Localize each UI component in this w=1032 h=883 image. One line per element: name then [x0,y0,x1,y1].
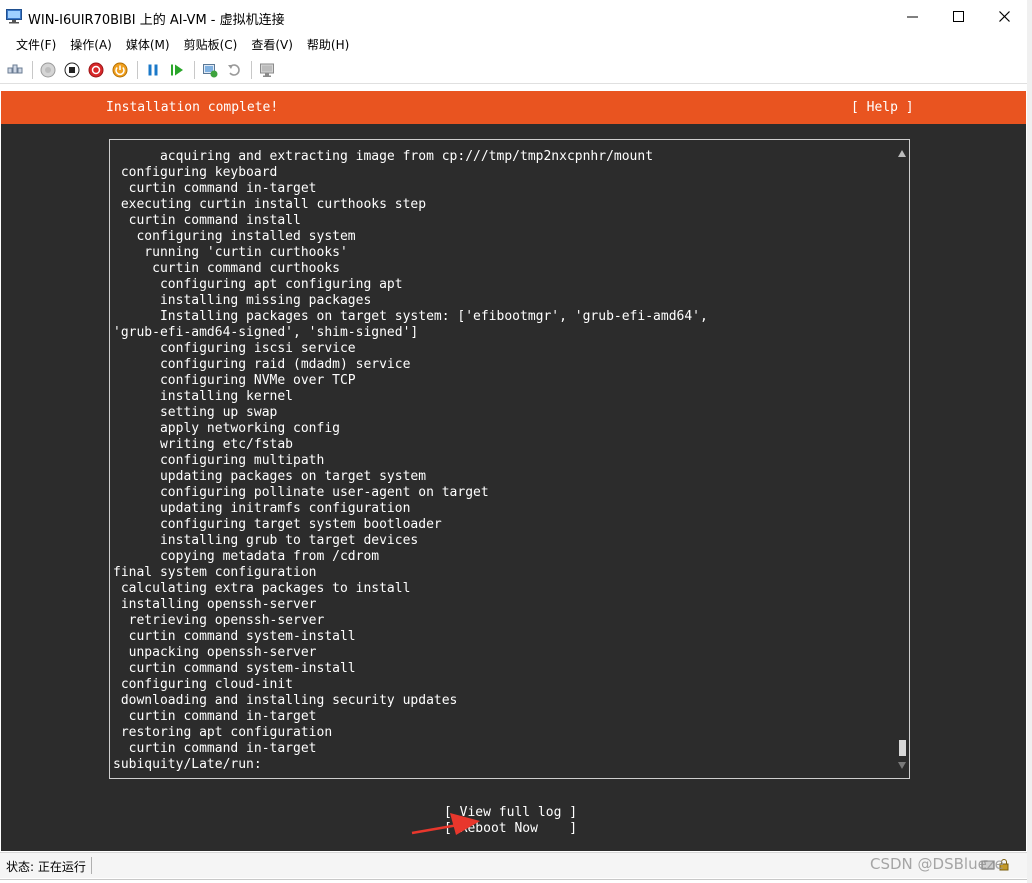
log-line: configuring apt configuring apt [113,277,403,292]
help-button[interactable]: [ Help ] [851,100,914,115]
log-line: restoring apt configuration [113,725,333,740]
log-line: installing kernel [113,389,294,404]
csdn-watermark: CSDN @DSBlueze [870,855,1004,873]
start-icon [40,62,56,78]
log-line: curtin command in-target [113,709,317,724]
install-log-text: acquiring and extracting image from cp:/… [113,149,708,773]
menu-view[interactable]: 查看(V) [244,35,300,55]
pause-button[interactable] [142,59,164,81]
log-line: Installing packages on target system: ['… [113,309,708,324]
log-scrollbar-thumb[interactable] [899,740,906,756]
vm-connection-window: WIN-I6UIR70BIBI 上的 AI-VM - 虚拟机连接 文件(F) 操… [0,0,1030,880]
toolbar-separator [32,61,33,79]
power-icon [112,62,128,78]
desktop-edge [1027,0,1032,883]
scroll-up-arrow[interactable] [898,150,906,157]
scroll-down-arrow[interactable] [898,762,906,769]
log-line: retrieving openssh-server [113,613,325,628]
log-line: configuring cloud-init [113,677,294,692]
log-line: configuring raid (mdadm) service [113,357,411,372]
log-line: configuring pollinate user-agent on targ… [113,485,489,500]
vm-console-screen[interactable]: Installation complete! [ Help ] acquirin… [1,91,1026,851]
close-button[interactable] [981,0,1027,33]
power-button[interactable] [109,59,131,81]
log-line: curtin command in-target [113,741,317,756]
log-line: curtin command install [113,213,301,228]
resume-button[interactable] [166,59,188,81]
log-line: executing curtin install curthooks step [113,197,427,212]
log-line: configuring target system bootloader [113,517,442,532]
log-line: installing openssh-server [113,597,317,612]
log-line: 'grub-efi-amd64-signed', 'shim-signed'] [113,325,419,340]
resume-icon [171,64,183,76]
toolbar-separator [194,61,195,79]
log-line: configuring NVMe over TCP [113,373,356,388]
log-line: copying metadata from /cdrom [113,549,380,564]
pause-icon [148,64,158,76]
vm-connect-app-icon [6,9,22,24]
maximize-icon [952,11,964,22]
log-line: configuring iscsi service [113,341,356,356]
log-line: setting up swap [113,405,278,420]
maximize-button[interactable] [935,0,981,33]
log-line: acquiring and extracting image from cp:/… [113,149,654,164]
minimize-icon [906,16,918,18]
window-title: WIN-I6UIR70BIBI 上的 AI-VM - 虚拟机连接 [28,13,285,28]
title-bar: WIN-I6UIR70BIBI 上的 AI-VM - 虚拟机连接 [0,0,1030,33]
log-line: calculating extra packages to install [113,581,411,596]
log-line: updating initramfs configuration [113,501,411,516]
shut-down-button[interactable] [85,59,107,81]
log-line: configuring installed system [113,229,356,244]
log-line: final system configuration [113,565,317,580]
revert-button[interactable] [223,59,245,81]
vm-status-text: 状态: 正在运行 [6,860,86,874]
installer-title: Installation complete! [106,100,279,115]
menu-action[interactable]: 操作(A) [63,35,119,55]
menu-help[interactable]: 帮助(H) [300,35,356,55]
log-line: curtin command system-install [113,661,356,676]
minimize-button[interactable] [889,0,935,33]
menu-bar: 文件(F) 操作(A) 媒体(M) 剪贴板(C) 查看(V) 帮助(H) [0,34,1030,56]
status-separator [91,857,92,874]
log-line: writing etc/fstab [113,437,294,452]
installer-header: Installation complete! [ Help ] [1,91,1026,124]
stop-icon [64,62,80,78]
install-log-panel[interactable]: acquiring and extracting image from cp:/… [109,139,910,779]
checkpoint-icon [203,64,218,78]
menu-file[interactable]: 文件(F) [9,35,63,55]
log-line: installing missing packages [113,293,372,308]
toolbar-separator [251,61,252,79]
log-line: curtin command curthooks [113,261,340,276]
toolbar [0,57,1030,84]
log-line: curtin command system-install [113,629,356,644]
log-line: apply networking config [113,421,340,436]
ctrl-alt-del-button[interactable] [4,59,26,81]
log-line: unpacking openssh-server [113,645,317,660]
log-line: updating packages on target system [113,469,427,484]
annotation-arrow [411,813,480,835]
log-line: downloading and installing security upda… [113,693,458,708]
checkpoint-button[interactable] [199,59,221,81]
turn-off-button[interactable] [61,59,83,81]
toolbar-separator [137,61,138,79]
shutdown-icon [88,62,104,78]
log-line: installing grub to target devices [113,533,419,548]
log-line: subiquity/Late/run: [113,757,262,772]
menu-clipboard[interactable]: 剪贴板(C) [177,35,245,55]
log-line: curtin command in-target [113,181,317,196]
log-line: configuring multipath [113,453,325,468]
enhanced-session-icon [260,63,274,77]
start-button[interactable] [37,59,59,81]
log-line: configuring keyboard [113,165,278,180]
ctrl-alt-del-icon [7,64,23,74]
menu-media[interactable]: 媒体(M) [119,35,177,55]
close-icon [998,11,1010,22]
log-line: running 'curtin curthooks' [113,245,348,260]
enhanced-session-button[interactable] [256,59,278,81]
revert-icon [228,64,240,76]
